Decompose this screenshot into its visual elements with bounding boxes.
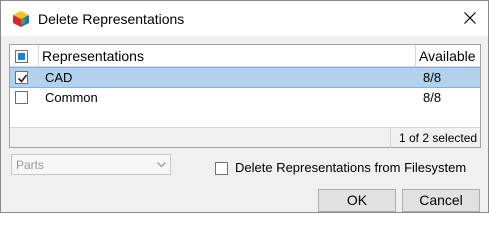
row-checkbox[interactable] bbox=[15, 71, 28, 84]
cancel-button[interactable]: Cancel bbox=[402, 189, 480, 212]
chevron-down-icon bbox=[157, 162, 166, 168]
checkmark-icon bbox=[17, 74, 28, 83]
select-all-checkbox[interactable] bbox=[15, 50, 28, 63]
row-name: Common bbox=[45, 90, 98, 105]
delete-representations-dialog: Delete Representations Representations A… bbox=[0, 0, 489, 213]
row-available: 8/8 bbox=[423, 70, 442, 85]
column-header-label: Representations bbox=[42, 48, 144, 64]
row-name: CAD bbox=[45, 70, 73, 85]
close-icon bbox=[464, 12, 476, 24]
filter-dropdown-value: Parts bbox=[16, 158, 45, 172]
button-bar: OK Cancel bbox=[1, 187, 488, 212]
row-available: 8/8 bbox=[423, 90, 442, 105]
row-checkbox[interactable] bbox=[15, 91, 28, 104]
representations-table: Representations Available CAD 8/8 Common… bbox=[9, 44, 481, 148]
cancel-button-label: Cancel bbox=[419, 192, 463, 208]
filter-dropdown[interactable]: Parts bbox=[11, 154, 171, 175]
close-button[interactable] bbox=[452, 1, 488, 36]
delete-from-filesystem-checkbox[interactable] bbox=[215, 162, 228, 175]
table-header: Representations Available bbox=[10, 45, 480, 67]
header-check-cell bbox=[10, 45, 39, 67]
column-header-available[interactable]: Available bbox=[417, 45, 480, 67]
table-row[interactable]: Common 8/8 bbox=[10, 88, 480, 109]
ok-button[interactable]: OK bbox=[318, 189, 396, 212]
selection-status: 1 of 2 selected bbox=[390, 128, 480, 148]
table-row[interactable]: CAD 8/8 bbox=[10, 67, 480, 88]
delete-from-filesystem-label[interactable]: Delete Representations from Filesystem bbox=[235, 160, 466, 175]
window-title: Delete Representations bbox=[38, 11, 185, 27]
column-header-representations[interactable]: Representations bbox=[40, 45, 416, 67]
column-header-label: Available bbox=[419, 48, 476, 64]
ok-button-label: OK bbox=[346, 192, 368, 208]
title-bar: Delete Representations bbox=[1, 1, 488, 36]
selection-status-text: 1 of 2 selected bbox=[399, 131, 478, 145]
table-footer: 1 of 2 selected bbox=[10, 127, 480, 148]
cube-icon bbox=[13, 11, 29, 27]
